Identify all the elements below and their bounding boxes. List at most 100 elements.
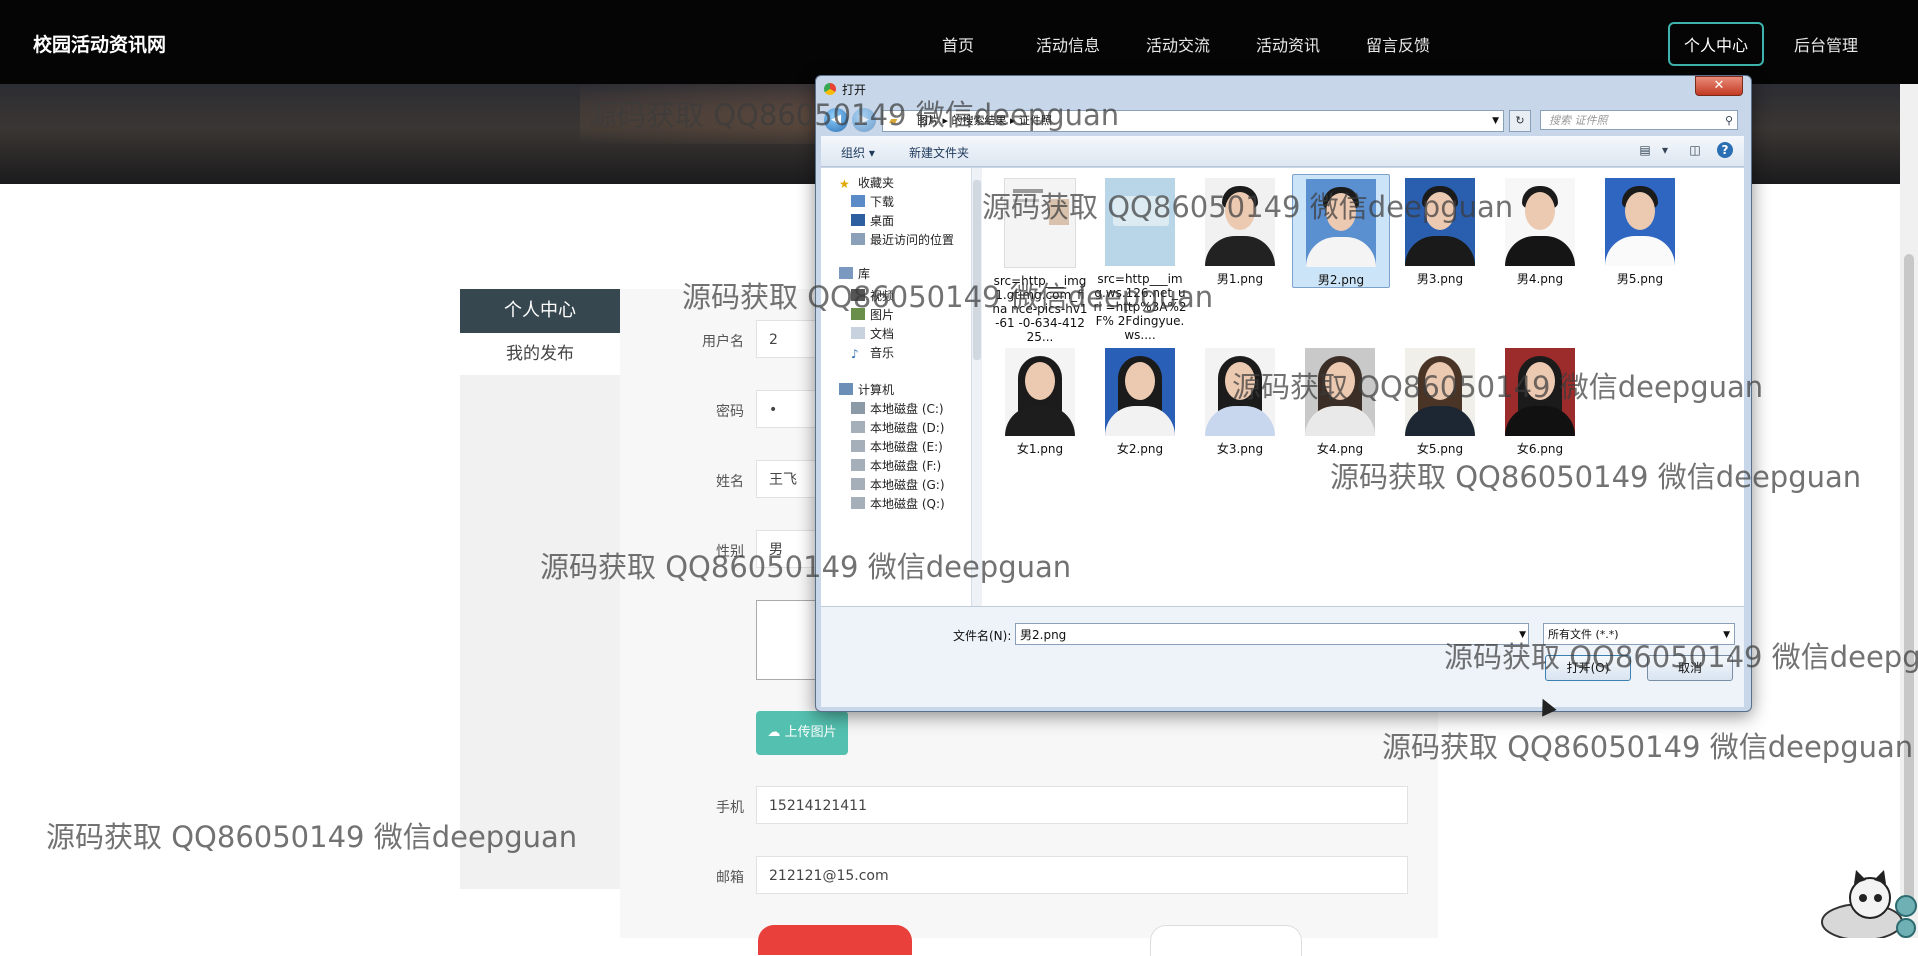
- tree-item-documents[interactable]: 文档: [851, 325, 894, 342]
- drive-icon: [851, 497, 865, 509]
- sidebar-item-my-posts[interactable]: 我的发布: [460, 333, 620, 375]
- file-item[interactable]: 女5.png: [1392, 344, 1488, 456]
- organize-menu[interactable]: 组织 ▾: [841, 144, 875, 161]
- nav-admin[interactable]: 后台管理: [1794, 32, 1858, 56]
- picture-icon: [851, 308, 865, 320]
- tree-drive-c[interactable]: 本地磁盘 (C:): [851, 400, 944, 417]
- folder-icon: ▰: [889, 114, 898, 127]
- tree-item-downloads[interactable]: 下载: [851, 193, 894, 210]
- tree-scrollbar-thumb[interactable]: [973, 180, 981, 360]
- file-item[interactable]: 女4.png: [1292, 344, 1388, 456]
- upload-image-button[interactable]: ☁ 上传图片: [756, 711, 848, 755]
- filename-input[interactable]: 男2.png ▼: [1015, 623, 1529, 645]
- address-bar[interactable]: ▰ 图片 ▸ 的搜索结果 ▸ 证件照 ▼: [882, 110, 1504, 132]
- tree-drive-e[interactable]: 本地磁盘 (E:): [851, 438, 943, 455]
- refresh-icon[interactable]: ↻: [1509, 110, 1531, 132]
- file-name: src=http___img1.gtimg.com_fina nce-pics-…: [992, 274, 1088, 344]
- tree-drive-d[interactable]: 本地磁盘 (D:): [851, 419, 944, 436]
- nav-feedback[interactable]: 留言反馈: [1366, 32, 1430, 56]
- file-open-dialog: 打开 ✕ ◀ ▶ ▰ 图片 ▸ 的搜索结果 ▸ 证件照 ▼ ↻ 搜索 证件照 ⚲ …: [815, 75, 1752, 712]
- tree-label: 音乐: [870, 346, 895, 360]
- new-folder-button[interactable]: 新建文件夹: [909, 144, 969, 161]
- tree-item-recent[interactable]: 最近访问的位置: [851, 231, 954, 248]
- nav-activity-info[interactable]: 活动信息: [1036, 32, 1100, 56]
- file-name: 女2.png: [1116, 442, 1164, 456]
- file-item[interactable]: 男4.png: [1492, 174, 1588, 286]
- file-item[interactable]: 女3.png: [1192, 344, 1288, 456]
- save-button[interactable]: [758, 925, 912, 955]
- tree-item-desktop[interactable]: 桌面: [851, 212, 894, 229]
- tree-label: 本地磁盘 (C:): [870, 402, 944, 416]
- tree-favorites[interactable]: ★ 收藏夹: [839, 174, 894, 191]
- drive-icon: [851, 440, 865, 452]
- filename-label: 文件名(N):: [953, 629, 1012, 643]
- open-button[interactable]: 打开(O): [1545, 655, 1631, 681]
- file-item-selected[interactable]: 男2.png: [1292, 174, 1390, 288]
- search-input[interactable]: 搜索 证件照 ⚲: [1540, 110, 1738, 130]
- file-item[interactable]: 男1.png: [1192, 174, 1288, 286]
- tree-drive-f[interactable]: 本地磁盘 (F:): [851, 457, 941, 474]
- tree-item-videos[interactable]: 视频: [851, 287, 894, 304]
- file-item[interactable]: 男5.png: [1592, 174, 1688, 286]
- document-icon: [851, 327, 865, 339]
- site-logo[interactable]: 校园活动资讯网: [33, 30, 166, 57]
- watermark-text: 源码获取 QQ86050149 微信deepguan: [1382, 730, 1914, 764]
- file-item[interactable]: 女2.png: [1092, 344, 1188, 456]
- drive-icon: [851, 459, 865, 471]
- tree-label: 最近访问的位置: [870, 233, 955, 247]
- chevron-down-icon[interactable]: ▼: [1492, 111, 1499, 131]
- nav-activity-news[interactable]: 活动资讯: [1256, 32, 1320, 56]
- password-label: 密码: [716, 404, 744, 420]
- preview-pane-icon[interactable]: ◫: [1687, 142, 1703, 158]
- top-navbar: 校园活动资讯网 首页 活动信息 活动交流 活动资讯 留言反馈 个人中心 后台管理: [0, 0, 1918, 84]
- file-thumbnail: [1004, 178, 1076, 268]
- tree-scrollbar[interactable]: [971, 168, 982, 606]
- tree-label: 视频: [870, 289, 895, 303]
- tree-label: 文档: [870, 327, 895, 341]
- filetype-select[interactable]: 所有文件 (*.*) ▼: [1543, 623, 1735, 645]
- file-item[interactable]: 男3.png: [1392, 174, 1488, 286]
- tree-drive-g[interactable]: 本地磁盘 (G:): [851, 476, 945, 493]
- search-icon[interactable]: ⚲: [1725, 111, 1733, 131]
- file-item[interactable]: src=http___img.ws.126.net_url =http%3A%2…: [1092, 174, 1188, 342]
- tree-label: 收藏夹: [858, 176, 895, 190]
- cancel-button[interactable]: 取消: [1647, 655, 1733, 681]
- file-item[interactable]: src=http___img1.gtimg.com_fina nce-pics-…: [992, 174, 1088, 344]
- dialog-close-button[interactable]: ✕: [1695, 76, 1743, 96]
- address-path: 图片 ▸ 的搜索结果 ▸ 证件照: [916, 114, 1052, 127]
- tree-item-music[interactable]: ♪ 音乐: [851, 344, 894, 361]
- tree-label: 桌面: [870, 214, 895, 228]
- nav-home[interactable]: 首页: [942, 32, 974, 56]
- tree-libraries[interactable]: 库: [839, 265, 870, 282]
- secondary-button[interactable]: [1150, 925, 1302, 956]
- drive-icon: [851, 402, 865, 414]
- help-icon[interactable]: ?: [1717, 142, 1733, 158]
- chevron-down-icon[interactable]: ▼: [1519, 624, 1526, 646]
- search-placeholder: 搜索 证件照: [1549, 114, 1608, 127]
- tree-computer[interactable]: 计算机: [839, 381, 894, 398]
- back-arrow-icon[interactable]: ◀: [824, 108, 848, 132]
- page-scrollbar[interactable]: [1900, 84, 1918, 938]
- file-name: 女3.png: [1216, 442, 1264, 456]
- forward-arrow-icon[interactable]: ▶: [852, 108, 876, 132]
- file-name: 男1.png: [1216, 272, 1264, 286]
- tree-label: 库: [858, 267, 871, 281]
- username-label: 用户名: [702, 334, 744, 350]
- sidebar-title[interactable]: 个人中心: [460, 289, 620, 333]
- tree-drive-q[interactable]: 本地磁盘 (Q:): [851, 495, 945, 512]
- chevron-down-icon[interactable]: ▾: [1657, 142, 1673, 158]
- email-input[interactable]: 212121@15.com: [756, 856, 1408, 894]
- file-thumbnail: [1205, 178, 1275, 266]
- chevron-down-icon[interactable]: ▼: [1723, 624, 1730, 646]
- file-item[interactable]: 女6.png: [1492, 344, 1588, 456]
- nav-activity-exchange[interactable]: 活动交流: [1146, 32, 1210, 56]
- tree-item-pictures[interactable]: 图片: [851, 306, 894, 323]
- file-item[interactable]: 女1.png: [992, 344, 1088, 456]
- recent-places-icon: [851, 233, 865, 245]
- view-options-icon[interactable]: ▤: [1637, 142, 1653, 158]
- scrollbar-thumb[interactable]: [1904, 254, 1914, 904]
- tree-label: 本地磁盘 (G:): [870, 478, 945, 492]
- file-name: 女1.png: [1016, 442, 1064, 456]
- nav-personal-center[interactable]: 个人中心: [1667, 22, 1764, 66]
- phone-input[interactable]: 15214121411: [756, 786, 1408, 824]
